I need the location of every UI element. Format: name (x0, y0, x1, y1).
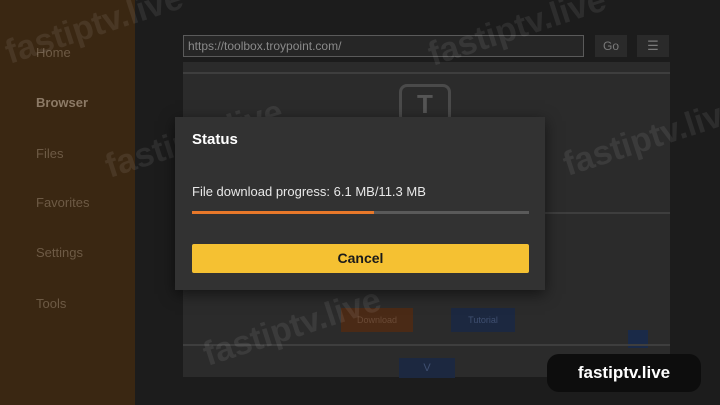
sidebar-item-home[interactable]: Home (36, 45, 71, 60)
progress-bar (192, 211, 529, 214)
progress-text: File download progress: 6.1 MB/11.3 MB (192, 184, 426, 199)
sidebar-item-favorites[interactable]: Favorites (36, 195, 89, 210)
page-bottom-button[interactable]: V (399, 358, 455, 378)
status-dialog: Status File download progress: 6.1 MB/11… (175, 117, 545, 290)
sidebar-item-settings[interactable]: Settings (36, 245, 83, 260)
cancel-button[interactable]: Cancel (192, 244, 529, 273)
sidebar-item-browser[interactable]: Browser (36, 95, 88, 110)
hamburger-menu-icon[interactable]: ☰ (637, 35, 669, 57)
brand-badge: fastiptv.live (547, 354, 701, 392)
page-download-button[interactable]: Download (341, 308, 413, 332)
sidebar: Home Browser Files Favorites Settings To… (0, 0, 135, 405)
logo-letter: T (417, 89, 433, 119)
divider (183, 344, 670, 346)
page-tutorial-button[interactable]: Tutorial (451, 308, 515, 332)
sidebar-item-tools[interactable]: Tools (36, 296, 66, 311)
url-input[interactable]: https://toolbox.troypoint.com/ (183, 35, 584, 57)
go-button[interactable]: Go (595, 35, 627, 57)
sidebar-item-files[interactable]: Files (36, 146, 63, 161)
dialog-title: Status (192, 131, 238, 148)
progress-bar-fill (192, 211, 374, 214)
divider (183, 72, 670, 74)
